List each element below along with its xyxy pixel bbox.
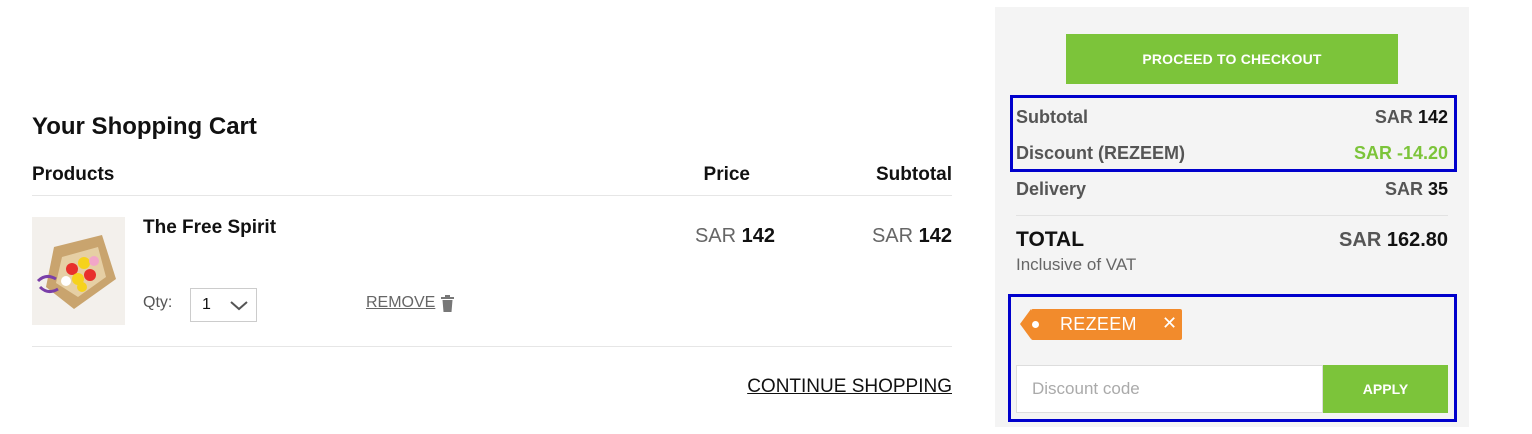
summary-subtotal-currency: SAR	[1374, 107, 1413, 127]
price-currency: SAR	[694, 225, 737, 247]
summary-subtotal-value: SAR 142	[1375, 107, 1448, 128]
summary-delivery-row: Delivery SAR 35	[1016, 179, 1448, 200]
discount-code-input[interactable]	[1016, 365, 1323, 413]
remove-label: REMOVE	[366, 294, 436, 311]
apply-button[interactable]: APPLY	[1323, 365, 1448, 413]
summary-subtotal-label: Subtotal	[1016, 107, 1088, 127]
subtotal-amount: 142	[918, 225, 952, 247]
product-image[interactable]	[32, 217, 125, 325]
applied-coupon-tag: REZEEM ✕	[1020, 309, 1182, 340]
subtotal-currency: SAR	[871, 225, 914, 247]
trash-icon	[441, 294, 455, 312]
column-header-price: Price	[703, 164, 750, 185]
order-summary: PROCEED TO CHECKOUT Subtotal SAR 142 Dis…	[995, 7, 1469, 427]
column-header-products: Products	[32, 164, 115, 185]
cart-title: Your Shopping Cart	[32, 113, 257, 140]
price-amount: 142	[741, 225, 775, 247]
divider	[32, 195, 952, 196]
item-price: SAR 142	[695, 225, 775, 248]
applied-coupon-code: REZEEM	[1060, 314, 1137, 334]
shopping-cart: Your Shopping Cart Products Price Subtot…	[32, 0, 952, 434]
item-subtotal: SAR 142	[872, 225, 952, 248]
qty-value: 1	[202, 296, 211, 313]
total-amount: 162.80	[1386, 229, 1448, 251]
summary-delivery-currency: SAR	[1384, 179, 1423, 199]
total-label: TOTAL	[1016, 228, 1085, 251]
close-icon[interactable]: ✕	[1162, 313, 1177, 334]
quantity-select[interactable]: 1	[190, 288, 257, 322]
summary-discount-row: Discount (REZEEM) SAR -14.20	[1016, 143, 1448, 164]
summary-delivery-value: SAR 35	[1385, 179, 1448, 200]
product-name[interactable]: The Free Spirit	[143, 217, 276, 239]
remove-button[interactable]: REMOVE	[366, 294, 455, 312]
divider	[1016, 215, 1448, 216]
summary-delivery-amount: 35	[1427, 179, 1448, 199]
column-header-subtotal: Subtotal	[876, 164, 952, 185]
summary-discount-label: Discount (REZEEM)	[1016, 143, 1185, 163]
divider	[32, 346, 952, 347]
total-value: SAR 162.80	[1339, 229, 1448, 252]
chevron-down-icon	[230, 301, 248, 311]
summary-discount-value: SAR -14.20	[1353, 143, 1448, 163]
continue-shopping-link[interactable]: CONTINUE SHOPPING	[747, 376, 952, 398]
qty-label: Qty:	[143, 294, 173, 311]
summary-delivery-label: Delivery	[1016, 179, 1087, 199]
proceed-to-checkout-button[interactable]: PROCEED TO CHECKOUT	[1066, 34, 1398, 84]
tag-hole-icon	[1032, 321, 1039, 328]
summary-subtotal-amount: 142	[1417, 107, 1448, 127]
total-currency: SAR	[1339, 229, 1382, 251]
vat-note: Inclusive of VAT	[1016, 255, 1137, 274]
summary-subtotal-row: Subtotal SAR 142	[1016, 107, 1448, 128]
